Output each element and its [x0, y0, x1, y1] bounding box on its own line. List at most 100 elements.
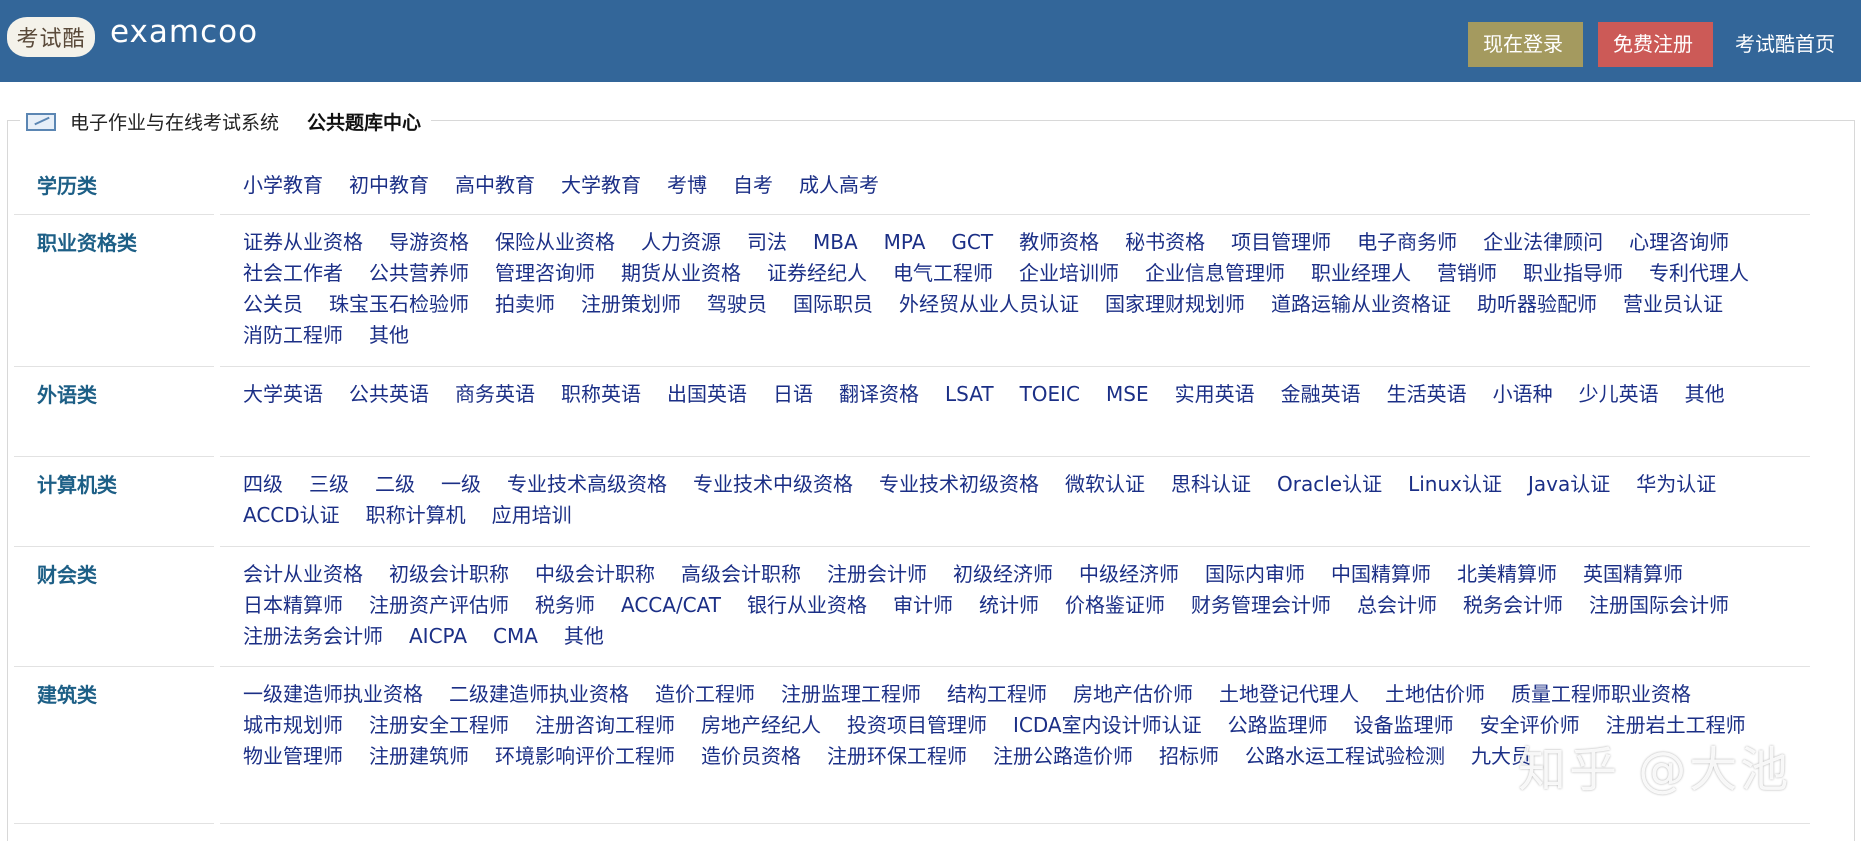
exam-category-link[interactable]: 微软认证 — [1065, 469, 1145, 500]
exam-category-link[interactable]: 审计师 — [893, 590, 953, 621]
exam-category-link[interactable]: ACCD认证 — [243, 500, 340, 531]
exam-category-link[interactable]: 司法 — [747, 227, 787, 258]
exam-category-link[interactable]: 国际内审师 — [1205, 559, 1305, 590]
exam-category-link[interactable]: 助听器验配师 — [1477, 289, 1597, 320]
exam-category-link[interactable]: 税务师 — [535, 590, 595, 621]
exam-category-link[interactable]: MPA — [884, 227, 926, 258]
exam-category-link[interactable]: MBA — [813, 227, 858, 258]
exam-category-link[interactable]: 会计从业资格 — [243, 559, 363, 590]
exam-category-link[interactable]: 职称计算机 — [366, 500, 466, 531]
exam-category-link[interactable]: 国家理财规划师 — [1105, 289, 1245, 320]
exam-category-link[interactable]: MSE — [1106, 379, 1149, 410]
exam-category-link[interactable]: 初级经济师 — [953, 559, 1053, 590]
login-button[interactable]: 现在登录 — [1468, 22, 1583, 67]
exam-category-link[interactable]: Java认证 — [1528, 469, 1610, 500]
exam-category-link[interactable]: 社会工作者 — [243, 258, 343, 289]
exam-category-link[interactable]: 中级经济师 — [1079, 559, 1179, 590]
exam-category-link[interactable]: 其他 — [369, 320, 409, 351]
exam-category-link[interactable]: 价格鉴证师 — [1065, 590, 1165, 621]
exam-category-link[interactable]: 公关员 — [243, 289, 303, 320]
exam-category-link[interactable]: 小语种 — [1493, 379, 1553, 410]
exam-category-link[interactable]: 其他 — [564, 621, 604, 652]
exam-category-link[interactable]: 应用培训 — [492, 500, 572, 531]
exam-category-link[interactable]: 驾驶员 — [707, 289, 767, 320]
exam-category-link[interactable]: 日语 — [773, 379, 813, 410]
exam-category-link[interactable]: 设备监理师 — [1354, 710, 1454, 741]
exam-category-link[interactable]: 珠宝玉石检验师 — [329, 289, 469, 320]
exam-category-link[interactable]: 人力资源 — [641, 227, 721, 258]
exam-category-link[interactable]: 公路监理师 — [1228, 710, 1328, 741]
exam-category-link[interactable]: 考博 — [667, 170, 707, 201]
exam-category-link[interactable]: 中国精算师 — [1331, 559, 1431, 590]
exam-category-link[interactable]: 高级会计职称 — [681, 559, 801, 590]
exam-category-link[interactable]: LSAT — [945, 379, 994, 410]
exam-category-link[interactable]: 道路运输从业资格证 — [1271, 289, 1451, 320]
logo-seal[interactable]: 考试酷 — [7, 17, 95, 57]
exam-category-link[interactable]: ACCA/CAT — [621, 590, 721, 621]
exam-category-link[interactable]: 实用英语 — [1175, 379, 1255, 410]
exam-category-link[interactable]: ICDA室内设计师认证 — [1013, 710, 1202, 741]
exam-category-link[interactable]: 注册策划师 — [581, 289, 681, 320]
exam-category-link[interactable]: 税务会计师 — [1463, 590, 1563, 621]
exam-category-link[interactable]: GCT — [951, 227, 993, 258]
exam-category-link[interactable]: CMA — [493, 621, 538, 652]
exam-category-link[interactable]: 自考 — [733, 170, 773, 201]
register-button[interactable]: 免费注册 — [1598, 22, 1713, 67]
exam-category-link[interactable]: 日本精算师 — [243, 590, 343, 621]
exam-category-link[interactable]: 质量工程师职业资格 — [1511, 679, 1691, 710]
exam-category-link[interactable]: 大学教育 — [561, 170, 641, 201]
exam-category-link[interactable]: 翻译资格 — [839, 379, 919, 410]
exam-category-link[interactable]: 小学教育 — [243, 170, 323, 201]
exam-category-link[interactable]: 电子商务师 — [1357, 227, 1457, 258]
exam-category-link[interactable]: 三级 — [309, 469, 349, 500]
exam-category-link[interactable]: 注册监理工程师 — [781, 679, 921, 710]
exam-category-link[interactable]: 出国英语 — [667, 379, 747, 410]
exam-category-link[interactable]: 英国精算师 — [1583, 559, 1683, 590]
exam-category-link[interactable]: 商务英语 — [455, 379, 535, 410]
exam-category-link[interactable]: 公路水运工程试验检测 — [1245, 741, 1445, 772]
exam-category-link[interactable]: 少儿英语 — [1579, 379, 1659, 410]
exam-category-link[interactable]: 注册公路造价师 — [993, 741, 1133, 772]
exam-category-link[interactable]: 保险从业资格 — [495, 227, 615, 258]
exam-category-link[interactable]: 一级 — [441, 469, 481, 500]
exam-category-link[interactable]: 秘书资格 — [1125, 227, 1205, 258]
exam-category-link[interactable]: Linux认证 — [1408, 469, 1502, 500]
exam-category-link[interactable]: 专业技术初级资格 — [879, 469, 1039, 500]
exam-category-link[interactable]: 大学英语 — [243, 379, 323, 410]
exam-category-link[interactable]: 华为认证 — [1636, 469, 1716, 500]
exam-category-link[interactable]: 职业经理人 — [1311, 258, 1411, 289]
exam-category-link[interactable]: 导游资格 — [389, 227, 469, 258]
exam-category-link[interactable]: 项目管理师 — [1231, 227, 1331, 258]
exam-category-link[interactable]: 营业员认证 — [1623, 289, 1723, 320]
exam-category-link[interactable]: 二级建造师执业资格 — [449, 679, 629, 710]
exam-category-link[interactable]: 管理咨询师 — [495, 258, 595, 289]
exam-category-link[interactable]: 外经贸从业人员认证 — [899, 289, 1079, 320]
exam-category-link[interactable]: 投资项目管理师 — [847, 710, 987, 741]
exam-category-link[interactable]: 物业管理师 — [243, 741, 343, 772]
exam-category-link[interactable]: 财务管理会计师 — [1191, 590, 1331, 621]
exam-category-link[interactable]: 城市规划师 — [243, 710, 343, 741]
exam-category-link[interactable]: 土地登记代理人 — [1219, 679, 1359, 710]
exam-category-link[interactable]: TOEIC — [1020, 379, 1080, 410]
exam-category-link[interactable]: 中级会计职称 — [535, 559, 655, 590]
exam-category-link[interactable]: 注册会计师 — [827, 559, 927, 590]
exam-category-link[interactable]: 公共英语 — [349, 379, 429, 410]
exam-category-link[interactable]: 造价工程师 — [655, 679, 755, 710]
exam-category-link[interactable]: 金融英语 — [1281, 379, 1361, 410]
exam-category-link[interactable]: 一级建造师执业资格 — [243, 679, 423, 710]
exam-category-link[interactable]: 总会计师 — [1357, 590, 1437, 621]
exam-category-link[interactable]: 消防工程师 — [243, 320, 343, 351]
exam-category-link[interactable]: 北美精算师 — [1457, 559, 1557, 590]
breadcrumb-system[interactable]: 电子作业与在线考试系统 — [70, 108, 279, 135]
exam-category-link[interactable]: 专业技术中级资格 — [693, 469, 853, 500]
exam-category-link[interactable]: 注册环保工程师 — [827, 741, 967, 772]
exam-category-link[interactable]: 专业技术高级资格 — [507, 469, 667, 500]
exam-category-link[interactable]: 高中教育 — [455, 170, 535, 201]
exam-category-link[interactable]: 二级 — [375, 469, 415, 500]
exam-category-link[interactable]: 期货从业资格 — [621, 258, 741, 289]
exam-category-link[interactable]: 四级 — [243, 469, 283, 500]
exam-category-link[interactable]: 教师资格 — [1019, 227, 1099, 258]
exam-category-link[interactable]: 企业信息管理师 — [1145, 258, 1285, 289]
exam-category-link[interactable]: AICPA — [409, 621, 467, 652]
exam-category-link[interactable]: 房地产经纪人 — [701, 710, 821, 741]
